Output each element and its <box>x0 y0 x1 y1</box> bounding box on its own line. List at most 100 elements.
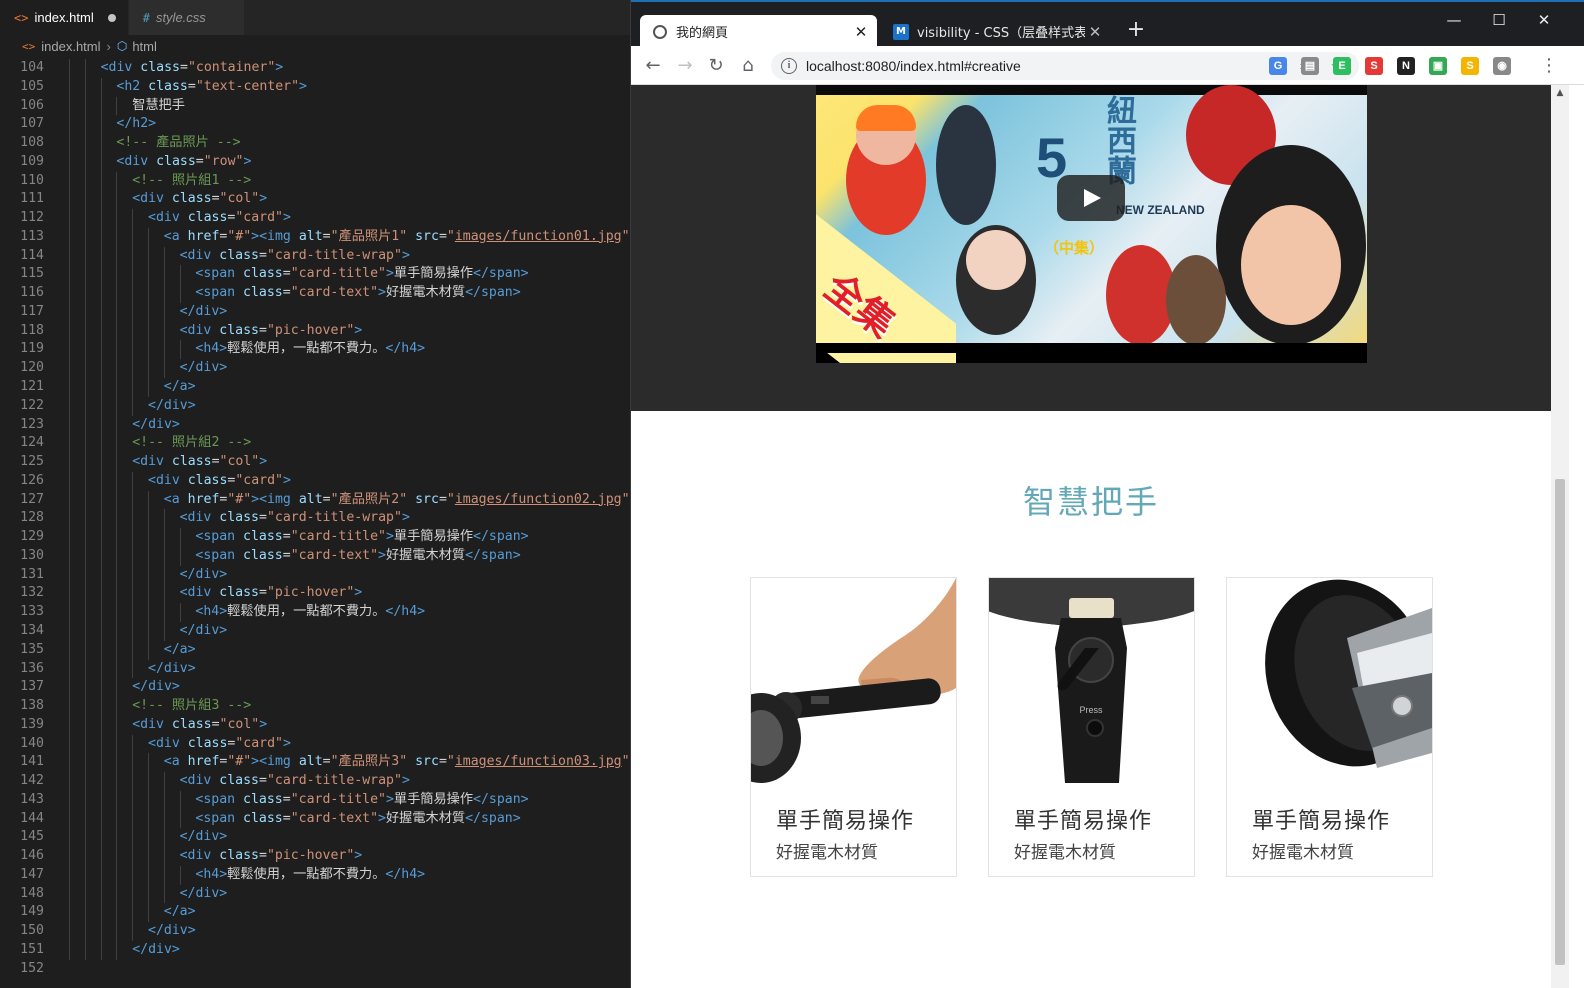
code-text[interactable]: </div> <box>180 885 228 904</box>
code-text[interactable]: <div class="pic-hover"> <box>180 584 363 603</box>
code-text[interactable]: <div class="row"> <box>116 153 251 172</box>
code-line[interactable]: 151 </div> <box>0 940 630 960</box>
code-text[interactable]: </div> <box>180 303 228 322</box>
code-text[interactable]: </div> <box>132 941 180 960</box>
code-text[interactable]: </h2> <box>116 115 156 134</box>
code-editor[interactable]: <> index.html # style.css <> index.html … <box>0 0 630 988</box>
code-text[interactable]: <span class="card-title">單手簡易操作</span> <box>195 265 528 284</box>
code-text[interactable]: <!-- 照片組1 --> <box>132 172 251 191</box>
code-text[interactable]: <h4>輕鬆使用，一點都不費力。</h4> <box>195 340 425 359</box>
code-line[interactable]: 138 <!-- 照片組3 --> <box>0 697 630 716</box>
breadcrumb-node[interactable]: html <box>132 39 157 54</box>
code-line[interactable]: 112 <div class="card"> <box>0 209 630 228</box>
code-text[interactable]: <div class="pic-hover"> <box>180 322 363 341</box>
browser-tab-active[interactable]: 我的網頁 ✕ <box>640 15 877 48</box>
code-line[interactable]: 150 </div> <box>0 922 630 941</box>
google-translate-icon[interactable]: G <box>1269 57 1287 75</box>
page-scrollbar[interactable]: ▲ <box>1551 85 1569 988</box>
code-lines[interactable]: 104 <div class="container"> 105 <h2 class="… <box>0 59 630 988</box>
code-line[interactable]: 142 <div class="card-title-wrap"> <box>0 772 630 791</box>
breadcrumb-file[interactable]: index.html <box>41 39 100 54</box>
code-line[interactable]: 110 <!-- 照片組1 --> <box>0 171 630 191</box>
code-text[interactable]: <span class="card-title">單手簡易操作</span> <box>195 528 528 547</box>
code-line[interactable]: 152 <box>0 960 630 979</box>
product-image[interactable] <box>751 578 956 783</box>
reader-icon[interactable]: ▤ <box>1301 57 1319 75</box>
scroll-up-icon[interactable]: ▲ <box>1551 85 1569 102</box>
code-text[interactable]: </div> <box>132 416 180 435</box>
code-text[interactable]: <!-- 產品照片 --> <box>116 134 240 153</box>
code-text[interactable]: <div class="card-title-wrap"> <box>180 509 410 528</box>
reload-icon[interactable]: ↻ <box>704 54 728 78</box>
code-line[interactable]: 137 </div> <box>0 678 630 698</box>
code-line[interactable]: 105 <h2 class="text-center"> <box>0 77 630 97</box>
code-text[interactable]: <h2 class="text-center"> <box>116 78 307 97</box>
code-line[interactable]: 136 </div> <box>0 659 630 679</box>
code-line[interactable]: 122 </div> <box>0 396 630 416</box>
code-text[interactable]: <div class="container"> <box>101 59 284 78</box>
code-line[interactable]: 149 </a> <box>0 903 630 923</box>
code-text[interactable]: <div class="card-title-wrap"> <box>180 772 410 791</box>
code-line[interactable]: 143 <span class="card-title">單手簡易操作</span… <box>0 790 630 810</box>
play-icon[interactable] <box>1057 175 1125 221</box>
close-tab-icon[interactable]: ✕ <box>1085 23 1105 41</box>
code-text[interactable]: <div class="card-title-wrap"> <box>180 247 410 266</box>
code-line[interactable]: 120 </div> <box>0 359 630 379</box>
forward-arrow-icon[interactable]: → <box>673 54 697 78</box>
code-text[interactable]: </div> <box>180 828 228 847</box>
menu-kebab-icon[interactable]: ⋮ <box>1537 54 1561 78</box>
code-line[interactable]: 144 <span class="card-text">好握電木材質</span> <box>0 809 630 829</box>
code-text[interactable]: </div> <box>148 660 196 679</box>
browser-tab-mdn[interactable]: M visibility - CSS（层叠样式表）| M ✕ <box>881 15 1111 48</box>
code-text[interactable]: <h4>輕鬆使用，一點都不費力。</h4> <box>195 866 425 885</box>
code-line[interactable]: 128 <div class="card-title-wrap"> <box>0 509 630 529</box>
code-text[interactable]: <a href="#"><img alt="產品照片1" src="images… <box>164 228 630 247</box>
code-text[interactable]: <!-- 照片組3 --> <box>132 697 251 716</box>
code-line[interactable]: 133 <h4>輕鬆使用，一點都不費力。</h4> <box>0 603 630 622</box>
code-text[interactable]: <div class="col"> <box>132 190 267 209</box>
code-text[interactable]: <span class="card-text">好握電木材質</span> <box>195 810 520 829</box>
scrollbar-thumb[interactable] <box>1555 479 1565 965</box>
code-line[interactable]: 106 智慧把手 <box>0 96 630 116</box>
code-text[interactable]: 智慧把手 <box>132 97 185 116</box>
code-text[interactable]: <div class="pic-hover"> <box>180 847 363 866</box>
page-viewport[interactable]: 全集 5 紐西蘭 （中集） NEW ZEALAND 智慧把手 單手簡易操作 好握… <box>631 85 1551 988</box>
tab-index-html[interactable]: <> index.html <box>0 0 129 35</box>
code-text[interactable]: </div> <box>180 566 228 585</box>
code-text[interactable]: </div> <box>148 922 196 941</box>
code-line[interactable]: 118 <div class="pic-hover"> <box>0 321 630 341</box>
product-image[interactable] <box>1227 578 1432 783</box>
code-text[interactable]: </div> <box>180 359 228 378</box>
code-line[interactable]: 134 </div> <box>0 621 630 641</box>
code-text[interactable]: </div> <box>148 397 196 416</box>
home-icon[interactable]: ⌂ <box>736 54 760 78</box>
code-line[interactable]: 132 <div class="pic-hover"> <box>0 584 630 604</box>
code-text[interactable]: </div> <box>132 678 180 697</box>
code-text[interactable]: </a> <box>164 903 196 922</box>
code-line[interactable]: 131 </div> <box>0 565 630 585</box>
code-text[interactable]: <div class="col"> <box>132 716 267 735</box>
smart-icon[interactable]: S <box>1461 57 1479 75</box>
code-line[interactable]: 117 </div> <box>0 302 630 322</box>
code-line[interactable]: 141 <a href="#"><img alt="產品照片3" src="ima… <box>0 753 630 773</box>
info-icon[interactable]: i <box>781 58 797 74</box>
code-line[interactable]: 109 <div class="row"> <box>0 152 630 172</box>
code-text[interactable]: </div> <box>180 622 228 641</box>
close-tab-icon[interactable]: ✕ <box>851 23 871 41</box>
code-text[interactable]: <a href="#"><img alt="產品照片3" src="images… <box>164 753 630 772</box>
code-line[interactable]: 108 <!-- 產品照片 --> <box>0 134 630 153</box>
youtube-video[interactable]: 全集 5 紐西蘭 （中集） NEW ZEALAND <box>816 85 1367 363</box>
code-text[interactable]: <div class="card"> <box>148 209 291 228</box>
code-line[interactable]: 147 <h4>輕鬆使用，一點都不費力。</h4> <box>0 865 630 885</box>
notion-icon[interactable]: N <box>1397 57 1415 75</box>
code-line[interactable]: 140 <div class="card"> <box>0 734 630 754</box>
new-tab-button[interactable]: + <box>1125 19 1147 41</box>
code-line[interactable]: 113 <a href="#"><img alt="產品照片1" src="ima… <box>0 227 630 247</box>
code-line[interactable]: 148 </div> <box>0 884 630 904</box>
minimize-button[interactable]: — <box>1439 10 1469 30</box>
code-line[interactable]: 107 </h2> <box>0 115 630 135</box>
unsaved-dot-icon[interactable] <box>107 13 116 22</box>
product-image[interactable]: Press <box>989 578 1194 783</box>
code-line[interactable]: 135 </a> <box>0 640 630 660</box>
code-line[interactable]: 126 <div class="card"> <box>0 471 630 491</box>
